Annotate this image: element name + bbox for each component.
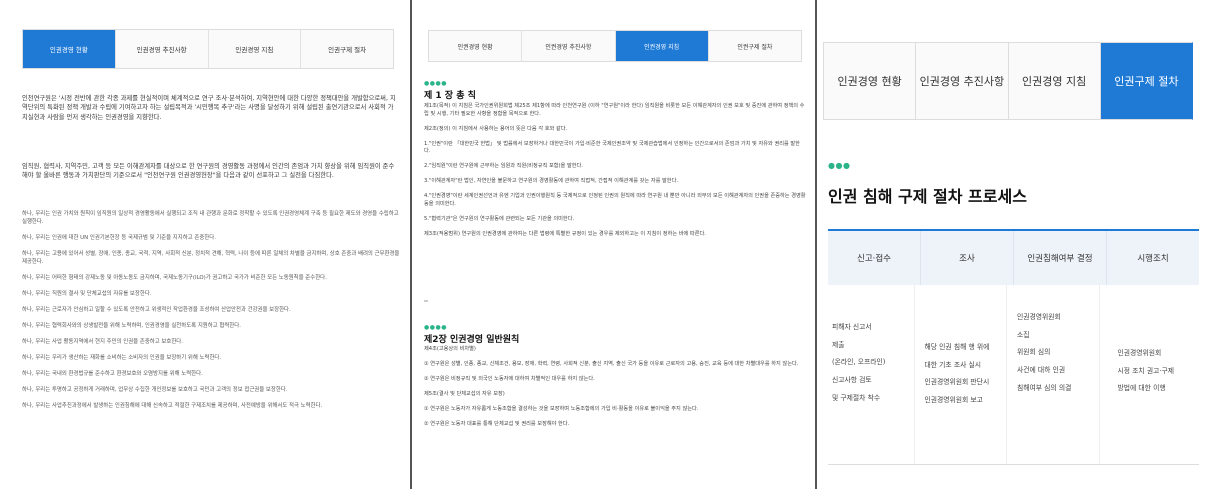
tab-bar: 인권경영 현황 인권경영 추진사항 인권경영 지침 인권구제 절차 [428,30,802,62]
paragraph: 제3조(적용범위) 연구원의 인권경영에 관하여는 다른 법령에 특별한 규정이… [424,230,706,237]
panel-remedy: 인권경영 현황 인권경영 추진사항 인권경영 지침 인권구제 절차 ●●● 인권… [817,0,1218,489]
paragraph: 제2조(정의) 이 지침에서 사용하는 용어의 뜻은 다음 각 호와 같다. [424,125,568,132]
list-item: 하나, 우리는 어떠한 형태의 강제노동 및 아동노동도 금지하며, 국제노동기… [22,274,327,281]
tab-initiatives[interactable]: 인권경영 추진사항 [522,31,616,61]
paragraph: 4."인권경영"이란 세계인권선언과 유엔 기업과 인권이행원칙 등 국제적으로… [424,193,806,207]
tab-bar: 인권경영 현황 인권경영 추진사항 인권경영 지침 인권구제 절차 [823,42,1193,120]
column-action: 인권경영위원회 시정 조치 권고·구제 방법에 대한 이행 [1100,285,1200,464]
paragraph: ① 연구원은 노동자가 자유롭게 노동조합을 결성하는 것을 보장하며 노동조합… [424,406,699,413]
charter-list: 하나, 우리는 인권 가치와 원칙이 임직원의 일상적 경영활동에서 실행되고 … [22,211,400,419]
list-item: 하나, 우리는 투명하고 공정하게 거래하며, 업무상 수집한 개인정보를 보호… [22,386,288,393]
cell-text: 인권경영위원회 보고 [924,396,983,405]
column-investigation: 해당 인권 침해 행 위에 대한 기초 조사 실시 인권경영위원회 판단시 인권… [915,285,1007,464]
charter-lead: 임직원, 협력사, 지역주민, 고객 등 모든 이해관계자를 대상으로 한 연구… [22,163,395,180]
cell-text: 인권경영위원회 [1017,313,1061,321]
chapter2-body: 제4조(고용상의 비차별) ① 연구원은 성별, 인종, 종교, 신체조건, 용… [424,346,806,436]
paragraph: 3."이해관계자"란 법인, 자연인을 불문하고 연구원의 경영활동에 관하여 … [424,178,678,185]
list-item: 하나, 우리는 협력회사와의 상생발전을 위해 노력하며, 인권경영을 실천하도… [22,322,241,329]
header-action: 시행조치 [1137,254,1169,264]
header-decision: 인권침해여부 결정 [1014,231,1107,285]
cell-text: 침해여부 심의 의결 [1017,383,1072,392]
paragraph: 제5조(결사 및 단체교섭의 자유 보장) [424,391,505,398]
tab-guidelines[interactable]: 인권경영 지침 [208,30,302,68]
cell-text: 대한 기초 조사 실시 [924,360,982,369]
process-body: 피해자 신고서 제출 (온라인, 오프라인) 신고사항 검토 및 구제절차 착수… [828,285,1199,465]
bullet-dots-icon: ●●●● [424,324,447,331]
tab-bar: 인권경영 현황 인권경영 추진사항 인권경영 지침 인권구제 절차 [22,29,394,69]
cell-text: 사건에 대하 인권 [1017,366,1066,375]
list-item: 하나, 우리는 고용에 있어서 성별, 장애, 인종, 종교, 국적, 지역, … [22,250,400,265]
list-item: 하나, 우리는 인권에 대한 UN 인권기본헌장 등 국제규범 및 기준을 지지… [22,234,216,241]
tab-status[interactable]: 인권경영 현황 [823,42,916,120]
process-table: 신고·접수 조사 인권침해여부 결정 시행조치 피해자 신고서 제출 (온라인,… [828,229,1199,465]
paragraph: ① 연구원은 성별, 인종, 종교, 신체조건, 용모, 장애, 학력, 연령,… [424,361,799,368]
chapter1-body: 제1조(목적) 이 지침은 국가인권위원회법 제25조 제1항에 따라 인천연구… [424,103,806,246]
process-header: 신고·접수 조사 인권침해여부 결정 시행조치 [828,229,1199,285]
list-item: 하나, 우리는 국내외 환경법규를 준수하고 환경보호와 오염방지를 위해 노력… [22,370,203,377]
list-item: 하나, 우리는 직원의 결사 및 단체교섭의 자유를 보장한다. [22,290,152,297]
tab-initiatives[interactable]: 인권경영 추진사항 [915,42,1008,120]
paragraph: 제1조(목적) 이 지침은 국가인권위원회법 제25조 제1항에 따라 인천연구… [424,103,805,117]
list-item: 하나, 우리는 사업추진과정에서 발생하는 인권침해에 대해 신속하고 적절한 … [22,402,323,409]
page-title: 인권 침해 구제 절차 프로세스 [828,187,1027,206]
list-item: 하나, 우리는 인권 가치와 원칙이 임직원의 일상적 경영활동에서 실행되고 … [22,211,399,225]
panel-guidelines: 인권경영 현황 인권경영 추진사항 인권경영 지침 인권구제 절차 ●●●● 제… [412,0,817,489]
cell-text: 시정 조치 권고·구제 [1117,366,1175,375]
tab-initiatives[interactable]: 인권경영 추진사항 [115,30,209,68]
cell-text: 인권경영위원회 [1117,349,1162,357]
cell-text: 및 구제절차 착수 [832,393,881,402]
chapter2-title: 제2장 인권경영 일반원칙 [424,335,520,345]
tab-guidelines[interactable]: 인권경영 지침 [615,31,709,61]
paragraph: ② 연구원은 노동자 대표를 통해 단체교섭 및 권리를 보장해야 한다. [424,421,570,428]
paragraph: 제4조(고용상의 비차별) [424,346,476,352]
cell-text: 소집 [1017,330,1030,339]
tab-remedy[interactable]: 인권구제 절차 [1099,42,1193,120]
cell-text: 위원회 심의 [1017,348,1051,357]
cell-text: (온라인, 오프라인) [832,358,886,367]
paragraph: ② 연구원은 비정규직 및 외국인 노동자에 대하여 차별적인 대우를 하지 않… [424,376,595,383]
list-item: 하나, 우리는 사업 활동지역에서 현지 주민의 인권을 존중하고 보호한다. [22,338,183,345]
list-item: 하나, 우리는 우리가 생산하는 재화를 소비하는 소비자의 인권을 보장하기 … [22,354,222,361]
charter-intro: 인천연구원은 '시정 전반에 관한 각종 과제를 현실적이며 체계적으로 연구 … [22,95,396,121]
bullet-dots-icon: ●●●● [424,80,447,87]
cell-text: 인권경영위원회 판단시 [924,378,990,387]
cell-text: 해당 인권 침해 행 위에 [924,343,990,351]
cell-text: 방법에 대한 이행 [1117,384,1166,393]
header-report: 신고·접수 [828,231,921,285]
cell-text: 신고사항 검토 [832,376,872,385]
column-report: 피해자 신고서 제출 (온라인, 오프라인) 신고사항 검토 및 구제절차 착수 [828,285,915,464]
tab-remedy[interactable]: 인권구제 절차 [708,31,801,61]
list-item: 하나, 우리는 근로자가 안심하고 일할 수 있도록 안전하고 위생적인 작업환… [22,306,291,313]
column-decision: 인권경영위원회 소집 위원회 심의 사건에 대하 인권 침해여부 심의 의결 [1007,285,1100,464]
cell-text: 제출 [832,340,845,349]
panel-charter: 인권경영 현황 인권경영 추진사항 인권경영 지침 인권구제 절차 인천연구원은… [0,0,412,489]
tab-guidelines[interactable]: 인권경영 지침 [1007,42,1100,120]
tab-status[interactable]: 인권경영 현황 [429,31,523,61]
chapter1-title: 제 1 장 총 칙 [424,91,476,101]
header-investigation: 조사 [921,231,1014,285]
paragraph: 5."협력기관"은 연구원의 연구활동에 관련되는 모든 기관을 의미한다. [424,215,575,222]
paragraph: 2."임직원"이란 연구원에 근무하는 임원과 직원(비정규직 포함)을 말한다… [424,163,583,170]
paragraph: 1."인권"이란 「대한민국 헌법」 및 법률에서 보장하거나 대한민국이 가입… [424,140,800,155]
cell-text: 피해자 신고서 [832,323,872,331]
bullet-dots-icon: ●●● [828,161,851,170]
divider [424,300,428,302]
tab-remedy[interactable]: 인권구제 절차 [301,30,393,68]
tab-status[interactable]: 인권경영 현황 [23,30,116,68]
